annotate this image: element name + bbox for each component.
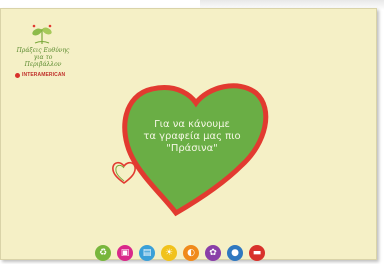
bulb-icon[interactable]: ◐ <box>183 245 199 261</box>
water-drop-icon[interactable]: ● <box>227 245 243 261</box>
heart-message: Για να κάνουμε τα γραφεία μας πιο "Πράσι… <box>132 119 252 155</box>
brand-logo: INTERAMERICAN <box>15 71 75 79</box>
heart-line-2: τα γραφεία μας πιο <box>143 131 241 142</box>
car-icon[interactable]: ▬ <box>249 245 265 261</box>
lamp-icon[interactable]: ☀ <box>161 245 177 261</box>
logo-title-line-1: Πράξεις Ευθύνης <box>16 47 70 54</box>
brand-name: INTERAMERICAN <box>22 72 66 78</box>
slide-canvas: Πράξεις Ευθύνης για το Περιβάλλον INTERA… <box>0 8 377 261</box>
heart-callout: Για να κάνουμε τα γραφεία μας πιο "Πράσι… <box>112 79 270 219</box>
printer-icon[interactable]: ▣ <box>117 245 133 261</box>
heart-line-1: Για να κάνουμε <box>154 119 230 130</box>
sprout-logo-icon <box>32 24 52 44</box>
brand-mark-icon <box>15 72 20 78</box>
small-heart-icon <box>112 161 136 184</box>
recycle-icon[interactable]: ♻ <box>95 245 111 261</box>
logo: Πράξεις Ευθύνης για το Περιβάλλον INTERA… <box>15 23 71 93</box>
logo-title: Πράξεις Ευθύνης για το Περιβάλλον <box>15 47 71 68</box>
flower-icon[interactable]: ✿ <box>205 245 221 261</box>
paper-icon[interactable]: ▤ <box>139 245 155 261</box>
topic-icon-bar: ♻ ▣ ▤ ☀ ◐ ✿ ● ▬ <box>95 245 265 261</box>
logo-title-line-2: για το Περιβάλλον <box>24 54 62 68</box>
heart-line-3: "Πράσινα" <box>166 143 218 154</box>
